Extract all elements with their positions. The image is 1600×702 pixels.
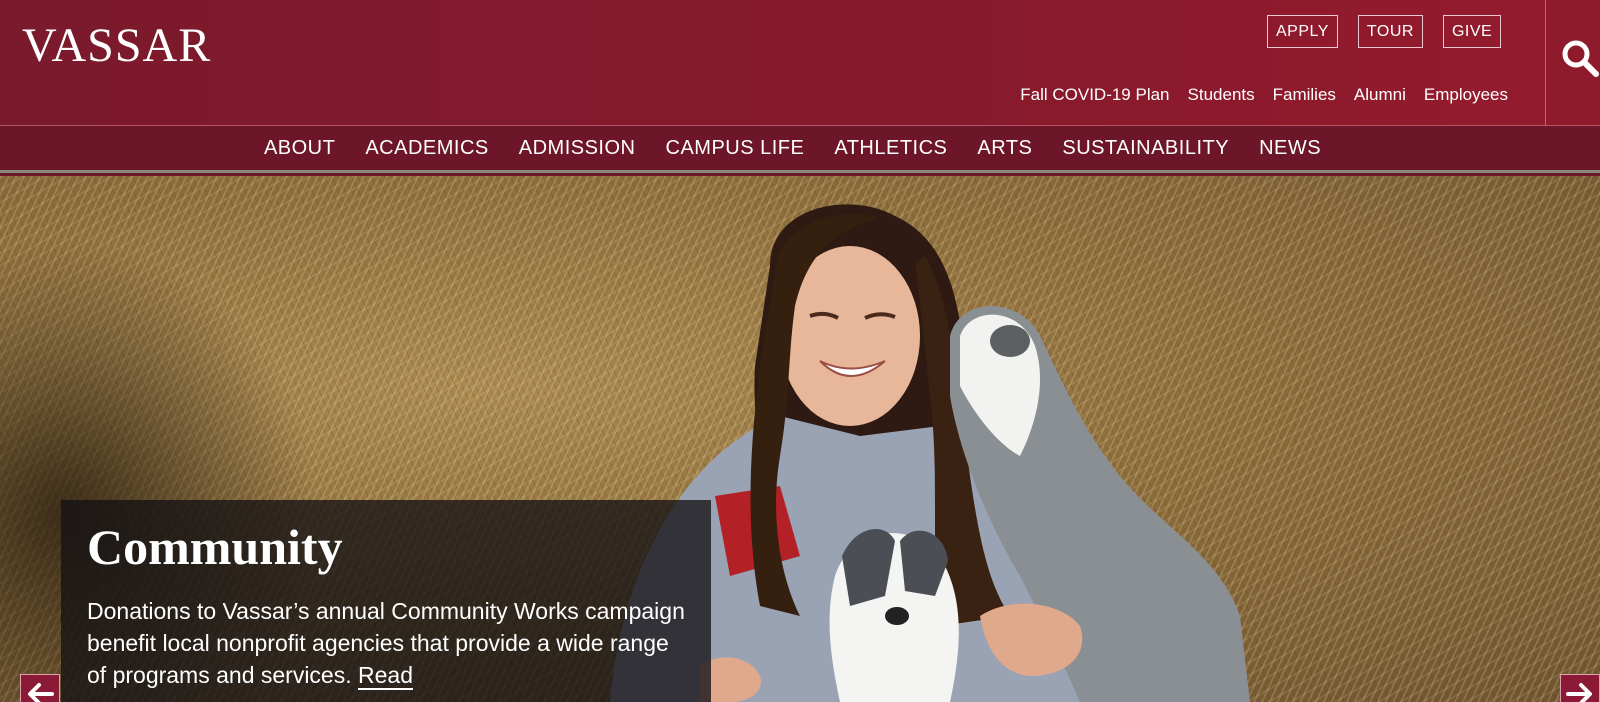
audience-nav: Fall COVID-19 Plan Students Families Alu… xyxy=(1020,85,1508,105)
nav-item-news[interactable]: NEWS xyxy=(1259,126,1321,171)
arrow-right-icon xyxy=(1566,683,1592,702)
arrow-left-icon xyxy=(28,683,54,702)
nav-item-academics[interactable]: ACADEMICS xyxy=(365,126,488,171)
nav-item-campus-life[interactable]: CAMPUS LIFE xyxy=(666,126,805,171)
slide-caption: Community Donations to Vassar’s annual C… xyxy=(61,500,711,702)
alumni-link[interactable]: Alumni xyxy=(1354,85,1406,105)
next-slide-button[interactable] xyxy=(1560,674,1600,702)
nav-item-sustainability[interactable]: SUSTAINABILITY xyxy=(1062,126,1229,171)
tour-button[interactable]: TOUR xyxy=(1357,15,1423,48)
search-button[interactable] xyxy=(1545,0,1600,125)
search-icon xyxy=(1562,40,1599,77)
covid-plan-link[interactable]: Fall COVID-19 Plan xyxy=(1020,85,1169,105)
site-header: VASSAR APPLY TOUR GIVE Fall COVID-19 Pla… xyxy=(0,0,1600,125)
caption-title: Community xyxy=(87,519,343,575)
main-nav: ABOUT ACADEMICS ADMISSION CAMPUS LIFE AT… xyxy=(0,125,1600,173)
employees-link[interactable]: Employees xyxy=(1424,85,1508,105)
apply-button[interactable]: APPLY xyxy=(1267,15,1338,48)
nav-item-athletics[interactable]: ATHLETICS xyxy=(834,126,947,171)
caption-text: Donations to Vassar’s annual Community W… xyxy=(87,595,687,691)
nav-item-arts[interactable]: ARTS xyxy=(977,126,1032,171)
utility-buttons: APPLY TOUR GIVE xyxy=(1267,15,1502,48)
students-link[interactable]: Students xyxy=(1188,85,1255,105)
families-link[interactable]: Families xyxy=(1273,85,1336,105)
vassar-logo[interactable]: VASSAR xyxy=(22,22,211,70)
give-button[interactable]: GIVE xyxy=(1442,15,1502,48)
prev-slide-button[interactable] xyxy=(20,674,60,702)
nav-item-admission[interactable]: ADMISSION xyxy=(519,126,636,171)
read-more-link[interactable]: Read xyxy=(358,662,413,690)
nav-item-about[interactable]: ABOUT xyxy=(264,126,335,171)
